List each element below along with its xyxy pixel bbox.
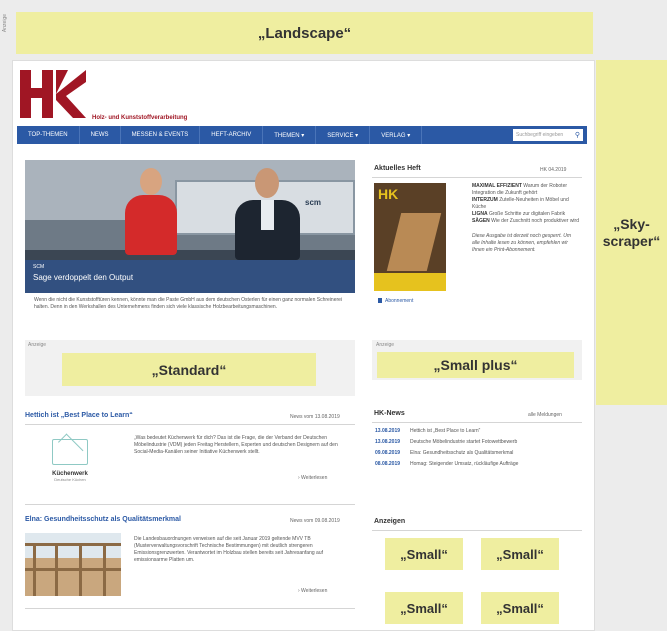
- toc-item: INTERZUM Zutelle-Neuheiten in Möbel und …: [472, 197, 569, 210]
- nav-news[interactable]: NEWS: [80, 126, 121, 144]
- abonnement-label: Abonnement: [385, 298, 414, 304]
- toc-item: MAXIMAL EFFIZIENT Warum der Roboter Inte…: [472, 183, 568, 196]
- nav-heft-archiv[interactable]: HEFT-ARCHIV: [200, 126, 264, 144]
- hk-news-title: HK-News: [374, 410, 405, 417]
- hero-title: Sage verdoppelt den Output: [33, 273, 134, 282]
- person-left: [125, 195, 177, 255]
- hero-intro: Wenn die nicht die Kunststofftüren kenne…: [34, 297, 343, 310]
- nav-themen[interactable]: THEMEN ▾: [263, 126, 317, 144]
- news-item[interactable]: 13.08.2019 Deutsche Möbelindustrie starte…: [375, 439, 575, 445]
- issue-toc: MAXIMAL EFFIZIENT Warum der Roboter Inte…: [472, 183, 580, 254]
- ad-small-4[interactable]: „Small“: [481, 592, 559, 624]
- ad-skyscraper[interactable]: „Sky- scraper“: [596, 60, 667, 405]
- search-icon[interactable]: ⚲: [575, 131, 580, 139]
- all-news-link[interactable]: alle Meldungen: [528, 412, 562, 418]
- scm-logo: scm: [305, 198, 322, 207]
- search-placeholder: Suchbegriff eingeben: [516, 132, 564, 138]
- anzeigen-title: Anzeigen: [374, 518, 406, 525]
- magazine-cover[interactable]: HK: [374, 183, 446, 291]
- ad-small-plus-label: „Small plus“: [433, 357, 518, 373]
- nav-messen-events[interactable]: MESSEN & EVENTS: [121, 126, 201, 144]
- hero-kicker: SCM: [33, 264, 45, 270]
- aktuelles-heft-title: Aktuelles Heft: [374, 165, 421, 172]
- aktuelles-heft-date: HK 04.2019: [540, 167, 567, 173]
- ad-small-label: „Small“: [496, 600, 544, 616]
- article-2-date: News vom 09.08.2019: [290, 518, 340, 524]
- toc-item: LIGNA Große Schritte zur digitalen Fabri…: [472, 211, 566, 217]
- ad-standard-label: „Standard“: [151, 361, 227, 378]
- logo-tagline: Holz- und Kunststoffverarbeitung: [92, 115, 188, 121]
- article-2-image[interactable]: [25, 533, 121, 596]
- toc-item: SÄGEN Wie der Zuschnitt noch produktiver…: [472, 218, 579, 224]
- nav-verlag[interactable]: VERLAG ▾: [370, 126, 423, 144]
- ad-small-3[interactable]: „Small“: [385, 592, 463, 624]
- kuechenwerk-logo[interactable]: Küchenwerk Deutsche Küchen: [34, 433, 106, 495]
- article-2-more-link[interactable]: › Weiterlesen: [298, 588, 327, 594]
- article-1-title[interactable]: Hettich ist „Best Place to Learn“: [25, 412, 133, 419]
- ad-small-2[interactable]: „Small“: [481, 538, 559, 570]
- main-nav: TOP-THEMEN NEWS MESSEN & EVENTS HEFT-ARC…: [17, 126, 587, 144]
- ad-label: Anzeige: [376, 342, 395, 348]
- news-item[interactable]: 08.08.2019 Homag: Steigender Umsatz, rück…: [375, 461, 575, 467]
- article-1-text: „Was bedeutet Küchenwerk für dich? Das i…: [134, 435, 338, 455]
- ad-small-plus[interactable]: „Small plus“: [377, 352, 574, 378]
- article-2-title[interactable]: Elna: Gesundheitsschutz als Qualitätsmer…: [25, 516, 181, 523]
- news-item[interactable]: 13.08.2019 Hettich ist „Best Place to Lea…: [375, 428, 575, 434]
- abonnement-link[interactable]: Abonnement: [378, 298, 413, 304]
- ad-landscape[interactable]: „Landscape“: [16, 12, 593, 54]
- ad-skyscraper-label-2: scraper“: [602, 232, 661, 249]
- ad-standard[interactable]: „Standard“: [62, 353, 316, 386]
- article-1-date: News vom 13.08.2019: [290, 414, 340, 420]
- ad-small-label: „Small“: [400, 600, 448, 616]
- ad-small-label: „Small“: [400, 546, 448, 562]
- ad-label-vertical: Anzeige: [2, 14, 8, 33]
- hk-logo[interactable]: [18, 66, 88, 122]
- ad-small-label: „Small“: [496, 546, 544, 562]
- bookmark-icon: [378, 298, 382, 304]
- ad-label: Anzeige: [28, 342, 47, 348]
- ad-skyscraper-label-1: „Sky-: [613, 215, 650, 232]
- news-item[interactable]: 09.08.2019 Elna: Gesundheitsschutz als Qu…: [375, 450, 575, 456]
- news-list: 13.08.2019 Hettich ist „Best Place to Lea…: [375, 428, 575, 472]
- issue-teaser: Diese Ausgabe ist derzeit noch gesperrt.…: [472, 233, 572, 253]
- article-1-more-link[interactable]: › Weiterlesen: [298, 475, 327, 481]
- ad-small-1[interactable]: „Small“: [385, 538, 463, 570]
- house-icon: [52, 433, 88, 465]
- cover-logo: HK: [378, 186, 399, 202]
- ad-landscape-label: „Landscape“: [257, 24, 352, 42]
- nav-service[interactable]: SERVICE ▾: [316, 126, 371, 144]
- nav-top-themen[interactable]: TOP-THEMEN: [17, 126, 80, 144]
- kuechenwerk-logo-sub: Deutsche Küchen: [54, 477, 86, 482]
- article-2-text: Die Landesbauordnungen verweisen auf die…: [134, 536, 323, 563]
- search-input[interactable]: Suchbegriff eingeben ⚲: [513, 129, 583, 141]
- hero-caption[interactable]: SCM Sage verdoppelt den Output: [25, 260, 355, 293]
- hero-image[interactable]: scm SCM Sage verdoppelt den Output: [25, 160, 355, 293]
